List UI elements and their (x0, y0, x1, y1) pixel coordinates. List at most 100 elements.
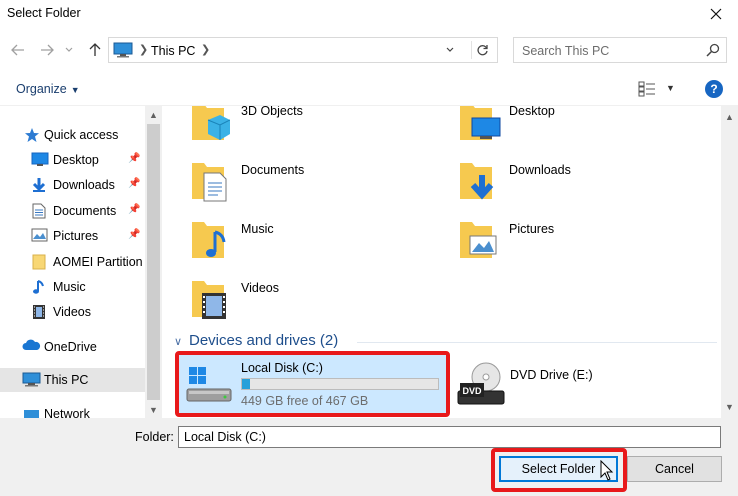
folder-input[interactable] (178, 426, 721, 448)
forward-button[interactable] (38, 41, 56, 59)
star-icon (24, 127, 40, 146)
title-bar: Select Folder (0, 0, 738, 28)
documents-folder-icon (190, 159, 230, 206)
folder-documents[interactable]: Documents (162, 159, 422, 215)
folder-label: Folder: (135, 430, 174, 444)
sidebar-item-label: Pictures (53, 229, 99, 243)
folder-music[interactable]: Music (162, 218, 422, 274)
up-button[interactable] (86, 41, 104, 59)
sidebar-item-music[interactable]: Music (0, 275, 145, 299)
picture-icon (31, 228, 48, 245)
chevron-down-icon (65, 47, 73, 52)
scroll-up-icon[interactable]: ▲ (145, 106, 162, 123)
network-icon (22, 406, 41, 418)
sidebar-item-network[interactable]: Network (0, 402, 145, 418)
desktop-folder-icon (458, 106, 502, 147)
pin-icon: 📌 (128, 153, 141, 164)
search-box[interactable]: Search This PC (513, 37, 727, 63)
scroll-down-icon[interactable]: ▼ (721, 398, 738, 415)
change-view-button[interactable] (638, 81, 656, 100)
caret-down-icon: ▼ (70, 85, 80, 95)
address-bar[interactable]: ❯ This PC ❯ (108, 37, 498, 63)
computer-icon (22, 372, 41, 390)
item-name: 3D Objects (241, 106, 303, 118)
sidebar-item-label: Quick access (44, 128, 119, 142)
dvd-drive-icon: DVD (456, 361, 506, 412)
sidebar-item-label: Videos (53, 305, 91, 319)
highlight-outline (175, 351, 450, 417)
computer-icon (113, 42, 133, 61)
scroll-down-icon[interactable]: ▼ (145, 401, 162, 418)
sidebar-item-label: Network (44, 407, 90, 418)
drive-name: DVD Drive (E:) (510, 368, 593, 382)
arrow-right-icon (41, 44, 54, 56)
organize-label: Organize (16, 82, 67, 96)
sidebar-item-label: OneDrive (44, 340, 97, 354)
document-icon (32, 203, 46, 222)
devices-group-header[interactable]: ∨ Devices and drives (2) (172, 332, 717, 352)
dvd-badge: DVD (462, 386, 482, 396)
mouse-cursor-icon (600, 459, 614, 485)
search-input[interactable]: Search This PC (522, 44, 609, 58)
folder-downloads[interactable]: Downloads (430, 159, 690, 215)
content-scrollbar[interactable]: ▲ ▼ (721, 106, 738, 418)
pin-icon: 📌 (128, 229, 141, 240)
close-button[interactable] (694, 0, 738, 28)
address-history-button[interactable] (440, 41, 460, 59)
sidebar-item-label: Desktop (53, 153, 99, 167)
sidebar-item-desktop[interactable]: Desktop 📌 (0, 148, 145, 172)
item-name: Downloads (509, 163, 571, 177)
sidebar-item-pictures[interactable]: Pictures 📌 (0, 224, 145, 248)
3d-objects-folder-icon (190, 106, 231, 147)
sidebar-item-aomei-partition[interactable]: AOMEI Partition (0, 250, 145, 274)
search-icon[interactable] (706, 43, 720, 60)
organize-menu[interactable]: Organize ▼ (16, 82, 80, 96)
dialog-footer: Folder: Select Folder Cancel (0, 418, 738, 496)
item-name: Music (241, 222, 274, 236)
downloads-folder-icon (458, 159, 498, 206)
item-name: Desktop (509, 106, 555, 118)
chevron-down-icon[interactable]: ∨ (174, 335, 182, 348)
navigation-scrollbar[interactable]: ▲ ▼ (145, 106, 162, 418)
arrow-up-icon (89, 43, 101, 56)
sidebar-item-label: Music (53, 280, 86, 294)
help-button[interactable]: ? (705, 80, 723, 98)
folder-videos[interactable]: Videos (162, 277, 422, 333)
cancel-button[interactable]: Cancel (627, 456, 722, 482)
pictures-folder-icon (458, 218, 498, 265)
sidebar-item-quick-access[interactable]: Quick access (0, 123, 145, 147)
breadcrumb-separator[interactable]: ❯ (201, 43, 210, 56)
refresh-icon (477, 44, 488, 55)
download-icon (31, 177, 47, 196)
refresh-button[interactable] (471, 41, 493, 59)
breadcrumb-this-pc[interactable]: This PC (151, 44, 195, 58)
sidebar-item-onedrive[interactable]: OneDrive (0, 335, 145, 359)
item-name: Documents (241, 163, 305, 177)
group-divider (357, 342, 717, 343)
folder-pictures[interactable]: Pictures (430, 218, 690, 274)
breadcrumb-separator: ❯ (139, 44, 149, 56)
item-name: Videos (241, 281, 279, 295)
arrow-left-icon (11, 44, 24, 56)
sidebar-item-documents[interactable]: Documents 📌 (0, 199, 145, 223)
videos-folder-icon (190, 277, 230, 324)
chevron-down-icon (446, 47, 454, 52)
sidebar-item-videos[interactable]: Videos (0, 300, 145, 324)
scrollbar-thumb[interactable] (147, 124, 160, 400)
sidebar-item-label: AOMEI Partition (53, 255, 143, 269)
back-button[interactable] (9, 41, 27, 59)
folder-icon (32, 254, 46, 273)
sidebar-item-this-pc[interactable]: This PC (0, 368, 145, 392)
view-options-dropdown[interactable]: ▼ (666, 83, 675, 93)
pin-icon: 📌 (128, 204, 141, 215)
navigation-bar: ❯ This PC ❯ Search This PC (0, 34, 738, 66)
music-folder-icon (190, 218, 230, 265)
drive-dvd-e[interactable]: DVD DVD Drive (E:) (452, 361, 702, 417)
folder-desktop[interactable]: Desktop (430, 106, 690, 156)
view-details-icon (638, 81, 655, 97)
recent-locations-button[interactable] (63, 41, 75, 59)
scroll-up-icon[interactable]: ▲ (721, 108, 738, 125)
folder-3d-objects[interactable]: 3D Objects (162, 106, 422, 156)
video-icon (32, 304, 46, 323)
sidebar-item-downloads[interactable]: Downloads 📌 (0, 173, 145, 197)
